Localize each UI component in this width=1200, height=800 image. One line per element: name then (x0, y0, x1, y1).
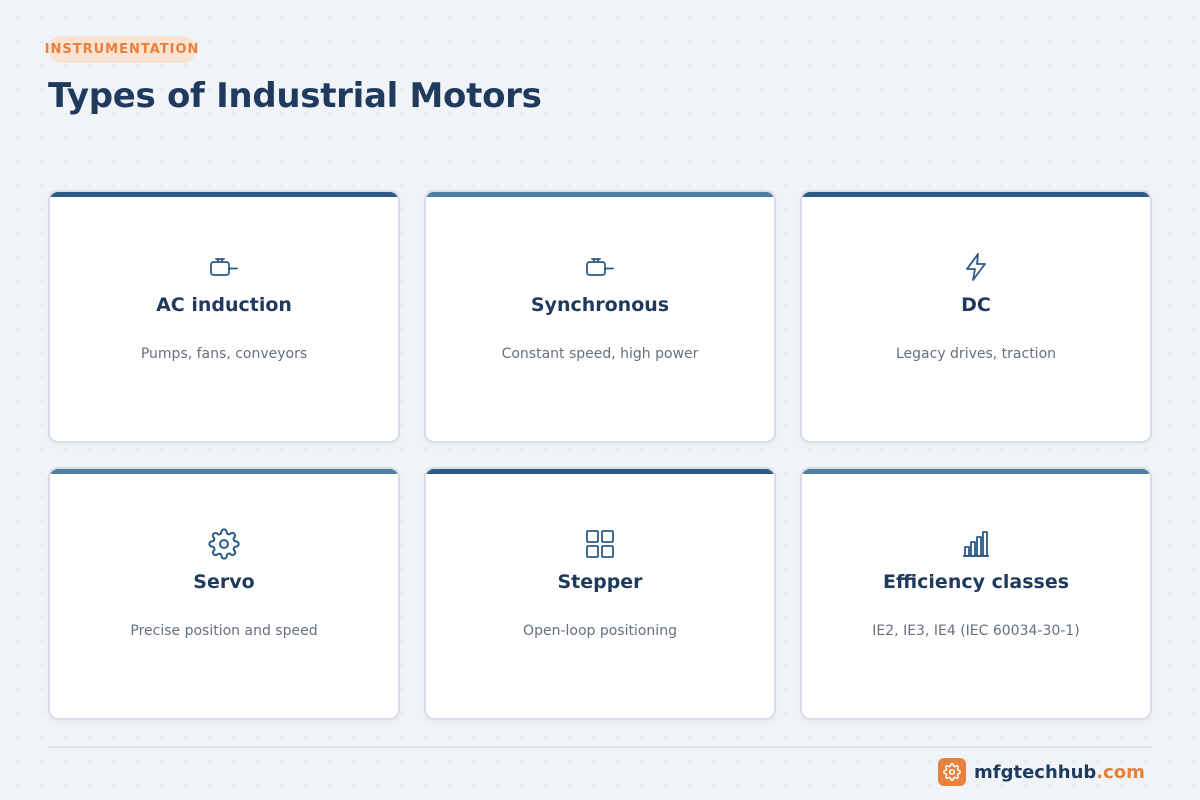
footer-divider (48, 746, 1152, 748)
motor-icon (426, 250, 774, 284)
card-efficiency-classes: Efficiency classes IE2, IE3, IE4 (IEC 60… (800, 467, 1152, 720)
card-title: Stepper (557, 571, 643, 593)
card-accent-bar (426, 192, 774, 197)
category-badge: INSTRUMENTATION (45, 36, 198, 63)
page-title: Types of Industrial Motors (48, 76, 542, 116)
card-accent-bar (50, 192, 398, 197)
motor-icon (50, 250, 398, 284)
brand-logo[interactable]: mfgtechhub.com (938, 758, 1145, 786)
card-ac-induction: AC induction Pumps, fans, conveyors (48, 190, 400, 443)
brand-domain: .com (1096, 761, 1145, 783)
brand-name-main: mfgtechhub (974, 761, 1097, 783)
card-title: AC induction (156, 294, 292, 316)
card-title: Synchronous (530, 294, 670, 316)
card-description: Constant speed, high power (501, 346, 699, 362)
brand-name: mfgtechhub.com (974, 762, 1145, 783)
card-description: Pumps, fans, conveyors (140, 346, 308, 362)
card-description: IE2, IE3, IE4 (IEC 60034-30-1) (872, 623, 1080, 639)
card-servo: Servo Precise position and speed (48, 467, 400, 720)
card-accent-bar (426, 469, 774, 474)
card-accent-bar (50, 469, 398, 474)
card-stepper: Stepper Open-loop positioning (424, 467, 776, 720)
motor-types-grid: AC induction Pumps, fans, conveyors Sync… (48, 190, 1152, 720)
card-title: Servo (193, 571, 255, 593)
card-synchronous: Synchronous Constant speed, high power (424, 190, 776, 443)
card-dc: DC Legacy drives, traction (800, 190, 1152, 443)
card-description: Open-loop positioning (523, 623, 677, 639)
card-accent-bar (802, 469, 1150, 474)
lightning-icon (802, 250, 1150, 284)
gear-icon (938, 758, 966, 786)
card-title: DC (961, 294, 991, 316)
card-accent-bar (802, 192, 1150, 197)
card-description: Legacy drives, traction (895, 346, 1057, 362)
grid-icon (426, 527, 774, 561)
card-title: Efficiency classes (882, 571, 1070, 593)
bar-chart-icon (802, 527, 1150, 561)
card-description: Precise position and speed (130, 623, 318, 639)
gear-icon (50, 527, 398, 561)
